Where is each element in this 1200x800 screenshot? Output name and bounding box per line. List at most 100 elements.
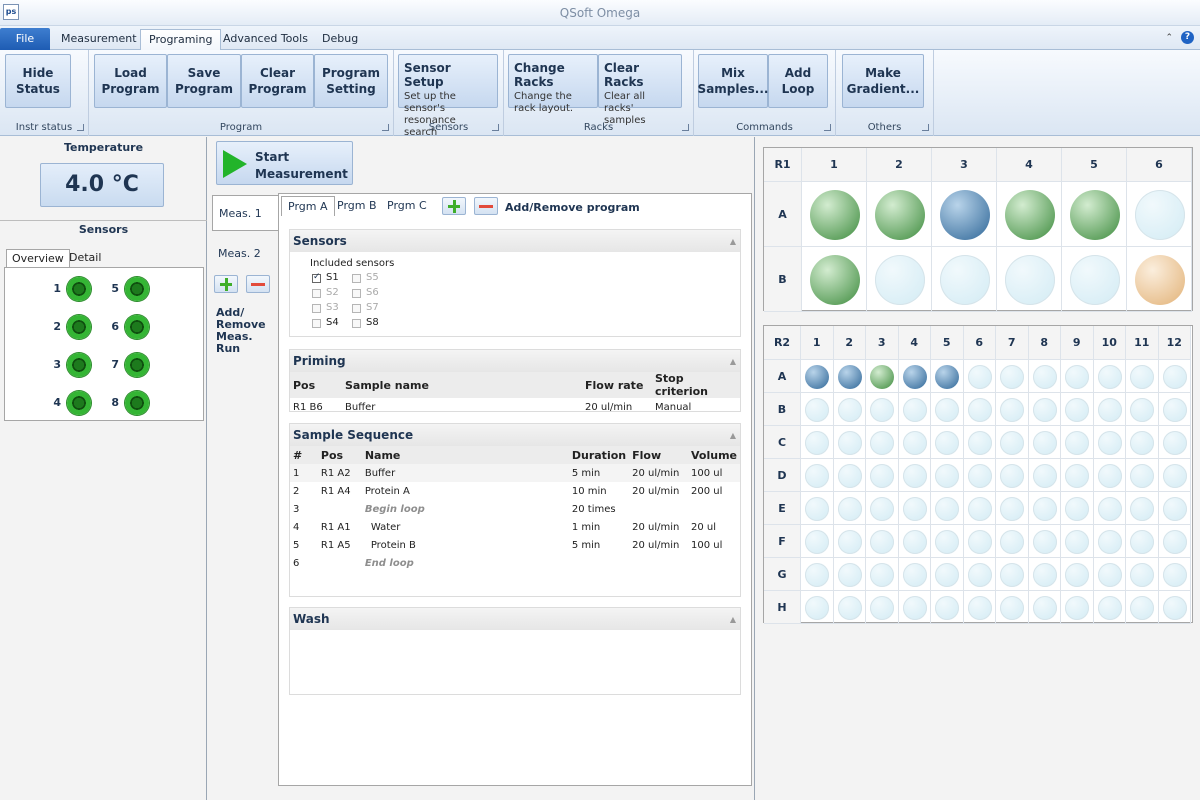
minimize-ribbon-icon[interactable]: ⌃ — [1165, 33, 1173, 43]
well-A7[interactable] — [1000, 364, 1025, 389]
well-A8[interactable] — [1032, 364, 1057, 389]
sensor-checkbox[interactable] — [352, 319, 361, 328]
well-B5[interactable] — [1069, 254, 1120, 305]
well-F3[interactable] — [870, 529, 895, 554]
well-B2[interactable] — [874, 254, 925, 305]
group-launcher-icon[interactable] — [922, 124, 929, 131]
well-H3[interactable] — [870, 595, 895, 620]
well-G2[interactable] — [837, 562, 862, 587]
well-H5[interactable] — [935, 595, 960, 620]
well-B5[interactable] — [935, 397, 960, 422]
well-A2[interactable] — [837, 364, 862, 389]
well-G8[interactable] — [1032, 562, 1057, 587]
well-D2[interactable] — [837, 463, 862, 488]
well-H12[interactable] — [1162, 595, 1187, 620]
well-H2[interactable] — [837, 595, 862, 620]
well-E11[interactable] — [1130, 496, 1155, 521]
well-E1[interactable] — [805, 496, 830, 521]
tab-overview[interactable]: Overview — [6, 249, 70, 267]
well-B8[interactable] — [1032, 397, 1057, 422]
collapse-icon[interactable]: ▲ — [730, 609, 736, 631]
well-D3[interactable] — [870, 463, 895, 488]
well-F6[interactable] — [967, 529, 992, 554]
well-E8[interactable] — [1032, 496, 1057, 521]
well-A12[interactable] — [1162, 364, 1187, 389]
well-G3[interactable] — [870, 562, 895, 587]
well-G1[interactable] — [805, 562, 830, 587]
well-A4[interactable] — [1004, 189, 1055, 240]
well-B1[interactable] — [805, 397, 830, 422]
tab-advanced-tools[interactable]: Advanced Tools — [215, 29, 316, 50]
well-D11[interactable] — [1130, 463, 1155, 488]
collapse-icon[interactable]: ▲ — [730, 425, 736, 447]
well-H8[interactable] — [1032, 595, 1057, 620]
add-loop-button[interactable]: Add Loop — [768, 54, 828, 108]
well-C3[interactable] — [870, 430, 895, 455]
well-B6[interactable] — [967, 397, 992, 422]
well-H9[interactable] — [1065, 595, 1090, 620]
well-A9[interactable] — [1065, 364, 1090, 389]
well-G9[interactable] — [1065, 562, 1090, 587]
well-A1[interactable] — [805, 364, 830, 389]
tab-detail[interactable]: Detail — [64, 249, 106, 267]
well-B10[interactable] — [1097, 397, 1122, 422]
well-F12[interactable] — [1162, 529, 1187, 554]
well-H10[interactable] — [1097, 595, 1122, 620]
well-B6[interactable] — [1134, 254, 1185, 305]
tab-prgm-c[interactable]: Prgm C — [381, 196, 433, 216]
well-A11[interactable] — [1130, 364, 1155, 389]
tab-measurement[interactable]: Measurement — [53, 29, 145, 50]
well-G11[interactable] — [1130, 562, 1155, 587]
well-G4[interactable] — [902, 562, 927, 587]
well-H6[interactable] — [967, 595, 992, 620]
well-F10[interactable] — [1097, 529, 1122, 554]
program-setting-button[interactable]: Program Setting — [314, 54, 388, 108]
well-F9[interactable] — [1065, 529, 1090, 554]
tab-meas-2[interactable]: Meas. 2 — [212, 236, 278, 272]
collapse-icon[interactable]: ▲ — [730, 351, 736, 373]
well-G5[interactable] — [935, 562, 960, 587]
sensor-checkbox[interactable] — [312, 304, 321, 313]
group-launcher-icon[interactable] — [77, 124, 84, 131]
group-launcher-icon[interactable] — [824, 124, 831, 131]
change-racks-button[interactable]: Change Racks Change the rack layout. — [508, 54, 598, 114]
well-B1[interactable] — [809, 254, 860, 305]
well-C8[interactable] — [1032, 430, 1057, 455]
well-A6[interactable] — [1134, 189, 1185, 240]
group-launcher-icon[interactable] — [492, 124, 499, 131]
well-B11[interactable] — [1130, 397, 1155, 422]
well-D5[interactable] — [935, 463, 960, 488]
help-icon[interactable]: ? — [1181, 31, 1194, 44]
well-C11[interactable] — [1130, 430, 1155, 455]
well-B3[interactable] — [870, 397, 895, 422]
table-row[interactable]: 6 End loop — [290, 554, 740, 572]
table-row[interactable]: 2 R1 A4 Protein A 10 min 20 ul/min 200 ul — [290, 482, 740, 500]
well-B2[interactable] — [837, 397, 862, 422]
clear-racks-button[interactable]: Clear Racks Clear all racks' samples — [598, 54, 682, 126]
well-E3[interactable] — [870, 496, 895, 521]
well-A6[interactable] — [967, 364, 992, 389]
well-F1[interactable] — [805, 529, 830, 554]
well-C4[interactable] — [902, 430, 927, 455]
well-E2[interactable] — [837, 496, 862, 521]
tab-debug[interactable]: Debug — [314, 29, 366, 50]
well-D6[interactable] — [967, 463, 992, 488]
tab-meas-1[interactable]: Meas. 1 — [212, 195, 278, 231]
hide-status-button[interactable]: Hide Status — [5, 54, 71, 108]
sensor-checkbox[interactable] — [312, 319, 321, 328]
well-B9[interactable] — [1065, 397, 1090, 422]
well-D1[interactable] — [805, 463, 830, 488]
well-A4[interactable] — [902, 364, 927, 389]
well-F5[interactable] — [935, 529, 960, 554]
table-row[interactable]: 3 Begin loop 20 times — [290, 500, 740, 518]
remove-program-button[interactable] — [474, 197, 498, 215]
well-H1[interactable] — [805, 595, 830, 620]
well-F11[interactable] — [1130, 529, 1155, 554]
sensor-checkbox[interactable] — [312, 289, 321, 298]
well-A5[interactable] — [935, 364, 960, 389]
well-F4[interactable] — [902, 529, 927, 554]
well-C1[interactable] — [805, 430, 830, 455]
make-gradient-button[interactable]: Make Gradient... — [842, 54, 924, 108]
tab-prgm-a[interactable]: Prgm A — [281, 196, 335, 216]
well-H11[interactable] — [1130, 595, 1155, 620]
